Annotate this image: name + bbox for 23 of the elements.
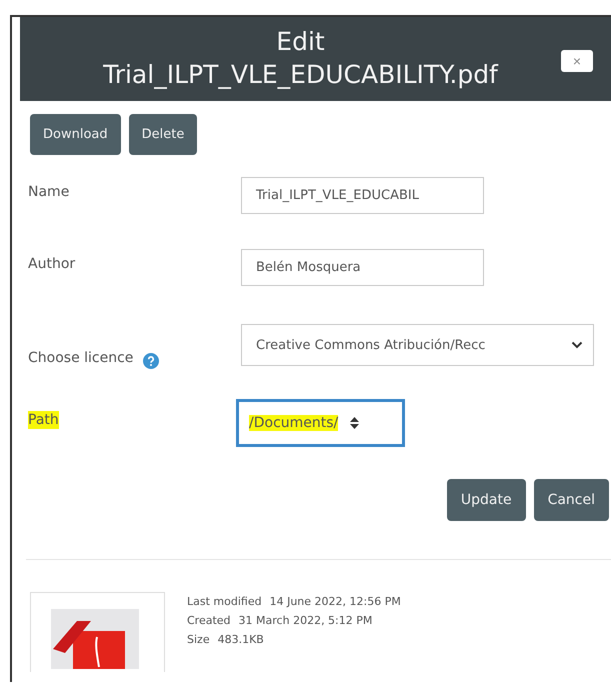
input-field[interactable]: Belén Mosquera [241,249,484,286]
field-label: Name [28,183,70,201]
field-label: Choose licence [28,349,134,367]
action-button[interactable]: Download [30,114,121,155]
info-value: 483.1KB [218,633,264,646]
info-value: 14 June 2022, 12:56 PM [270,595,401,608]
help-icon[interactable] [143,353,160,369]
chevron-down-icon [571,341,583,349]
licence-dropdown[interactable]: Creative Commons Atribución/Recc [241,324,594,366]
up-down-icon [350,417,360,429]
close-button[interactable]: × [561,50,593,72]
info-value: 31 March 2022, 5:12 PM [238,614,372,627]
dialog-title: Edit [275,26,326,58]
info-label: Created [187,614,231,627]
info-label: Size [187,633,210,646]
field-label: Path [28,411,59,429]
form-button[interactable]: Cancel [534,479,609,521]
input-field[interactable]: Trial_ILPT_VLE_EDUCABIL [241,177,484,214]
form-button[interactable]: Update [446,479,526,521]
field-label: Author [28,255,76,273]
dialog-title: Trial_ILPT_VLE_EDUCABILITY.pdf [103,59,498,91]
info-label: Last modified [187,595,262,608]
action-button[interactable]: Delete [128,114,198,155]
